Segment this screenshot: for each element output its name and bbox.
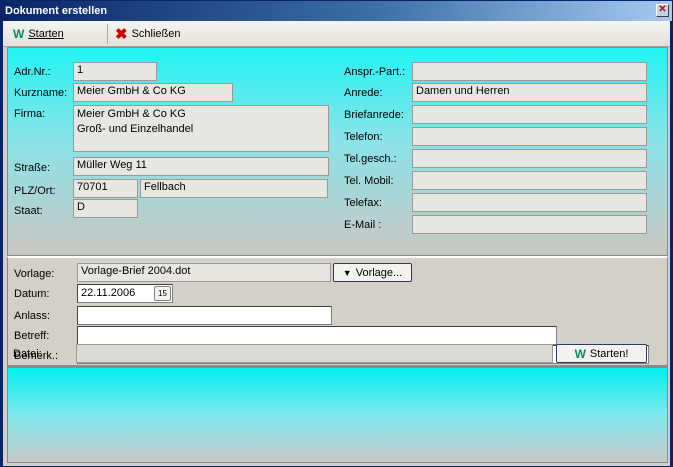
start-toolbar-button[interactable]: W Starten xyxy=(7,24,70,44)
telefon-label: Telefon: xyxy=(344,131,383,143)
strasse-field[interactable]: Müller Weg 11 xyxy=(73,157,329,176)
plz-ort-label: PLZ/Ort: xyxy=(14,185,56,197)
anlass-input[interactable] xyxy=(77,306,332,325)
close-x-icon: ✖ xyxy=(115,26,128,43)
close-toolbar-label: Schließen xyxy=(131,28,181,40)
window-title: Dokument erstellen xyxy=(5,5,108,17)
calendar-icon[interactable]: 15 xyxy=(154,286,171,301)
close-toolbar-button[interactable]: ✖ Schließen xyxy=(109,24,187,44)
ansprechpartner-field[interactable] xyxy=(412,62,647,81)
start-toolbar-label: Starten xyxy=(28,28,64,40)
datum-label: Datum: xyxy=(14,288,50,300)
title-bar: Dokument erstellen ✕ xyxy=(1,1,672,21)
vorlage-label: Vorlage: xyxy=(14,268,55,280)
staat-field[interactable]: D xyxy=(73,199,138,218)
tel-gesch-field[interactable] xyxy=(412,149,647,168)
telefax-field[interactable] xyxy=(412,193,647,212)
client-area: W Starten ✖ Schließen Adr.Nr.: 1 Kurznam… xyxy=(3,21,670,466)
kurzname-label: Kurzname: xyxy=(14,87,68,99)
ort-field[interactable]: Fellbach xyxy=(140,179,328,198)
firma-line2: Groß- und Einzelhandel xyxy=(77,123,194,135)
start-button-label: Starten! xyxy=(589,347,629,360)
datei-field[interactable] xyxy=(76,344,553,363)
datum-value: 22.11.2006 xyxy=(81,287,136,299)
address-panel: Adr.Nr.: 1 Kurzname: Meier GmbH & Co KG … xyxy=(7,47,668,256)
kurzname-field[interactable]: Meier GmbH & Co KG xyxy=(73,83,233,102)
anrede-field[interactable]: Damen und Herren xyxy=(412,83,647,102)
anlass-label: Anlass: xyxy=(14,310,51,322)
briefanrede-label: Briefanrede: xyxy=(344,109,404,121)
start-button[interactable]: W Starten! xyxy=(556,344,647,363)
tel-mobil-label: Tel. Mobil: xyxy=(344,175,394,187)
tel-gesch-label: Tel.gesch.: xyxy=(344,153,397,165)
toolbar-separator xyxy=(107,24,108,44)
toolbar: W Starten ✖ Schließen xyxy=(3,21,670,47)
firma-field[interactable]: Meier GmbH & Co KG Groß- und Einzelhande… xyxy=(73,105,329,152)
bottom-panel xyxy=(7,366,668,463)
betreff-input[interactable] xyxy=(77,326,557,345)
firma-line1: Meier GmbH & Co KG xyxy=(77,108,186,120)
start-button-icon: W xyxy=(574,346,586,361)
anrede-label: Anrede: xyxy=(344,87,383,99)
datei-label: Datei: xyxy=(13,348,42,360)
briefanrede-field[interactable] xyxy=(412,105,647,124)
strasse-label: Straße: xyxy=(14,162,51,174)
firma-label: Firma: xyxy=(14,108,46,120)
vorlage-field[interactable]: Vorlage-Brief 2004.dot xyxy=(77,263,331,282)
dropdown-arrow-icon: ▼ xyxy=(342,267,352,278)
adr-nr-field[interactable]: 1 xyxy=(73,62,157,81)
vorlage-button[interactable]: ▼ Vorlage... xyxy=(333,263,412,282)
vorlage-button-label: Vorlage... xyxy=(355,266,403,279)
plz-field[interactable]: 70701 xyxy=(73,179,138,198)
app-window: Dokument erstellen ✕ W Starten ✖ Schließ… xyxy=(0,0,673,467)
email-label: E-Mail : xyxy=(344,219,382,231)
window-close-button[interactable]: ✕ xyxy=(656,4,669,17)
telefon-field[interactable] xyxy=(412,127,647,146)
betreff-label: Betreff: xyxy=(14,330,50,342)
email-field[interactable] xyxy=(412,215,647,234)
ansprechpartner-label: Anspr.-Part.: xyxy=(344,66,406,78)
start-icon: W xyxy=(13,27,25,41)
tel-mobil-field[interactable] xyxy=(412,171,647,190)
adr-nr-label: Adr.Nr.: xyxy=(14,66,51,78)
staat-label: Staat: xyxy=(14,205,43,217)
telefax-label: Telefax: xyxy=(344,197,382,209)
